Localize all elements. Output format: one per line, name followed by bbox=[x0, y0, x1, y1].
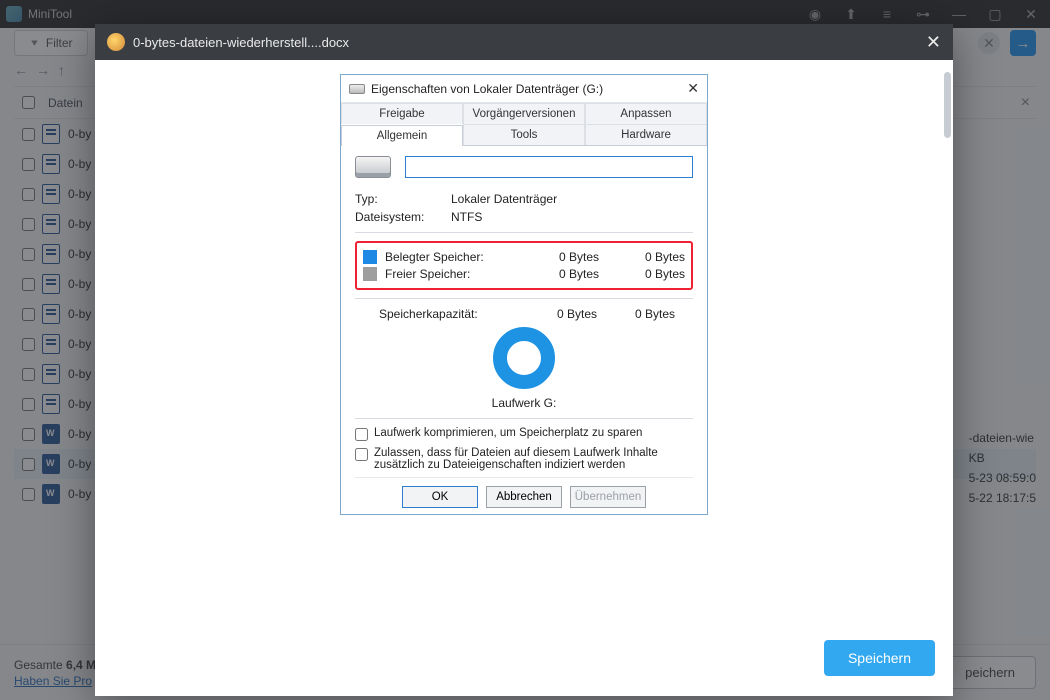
drive-label-input[interactable] bbox=[405, 156, 693, 178]
drive-icon bbox=[349, 84, 365, 94]
highlighted-storage-box: Belegter Speicher: 0 Bytes 0 Bytes Freie… bbox=[355, 241, 693, 290]
index-option[interactable]: Zulassen, dass für Dateien auf diesem La… bbox=[355, 447, 693, 471]
usage-donut-icon bbox=[493, 327, 555, 389]
preview-modal: 0-bytes-dateien-wiederherstell....docx ✕… bbox=[95, 24, 953, 696]
apply-button[interactable]: Übernehmen bbox=[570, 486, 646, 508]
drive-properties-dialog: Eigenschaften von Lokaler Datenträger (G… bbox=[340, 74, 708, 515]
modal-title-text: 0-bytes-dateien-wiederherstell....docx bbox=[133, 35, 349, 50]
drive-g-label: Laufwerk G: bbox=[355, 396, 693, 410]
type-key: Typ: bbox=[355, 192, 451, 206]
compress-checkbox[interactable] bbox=[355, 428, 368, 441]
tab-allgemein[interactable]: Allgemein bbox=[341, 125, 463, 146]
modal-save-button[interactable]: Speichern bbox=[824, 640, 935, 676]
tab-freigabe[interactable]: Freigabe bbox=[341, 103, 463, 124]
used-bytes-2: 0 Bytes bbox=[607, 250, 685, 264]
properties-titlebar: Eigenschaften von Lokaler Datenträger (G… bbox=[341, 75, 707, 103]
modal-file-icon bbox=[107, 33, 125, 51]
free-label: Freier Speicher: bbox=[385, 267, 513, 281]
modal-titlebar: 0-bytes-dateien-wiederherstell....docx ✕ bbox=[95, 24, 953, 60]
properties-close-icon[interactable]: ✕ bbox=[687, 80, 699, 97]
properties-title: Eigenschaften von Lokaler Datenträger (G… bbox=[371, 82, 603, 96]
tab-anpassen[interactable]: Anpassen bbox=[585, 103, 707, 124]
modal-close-icon[interactable]: ✕ bbox=[926, 32, 941, 53]
ok-button[interactable]: OK bbox=[402, 486, 478, 508]
tab-vorgaenger[interactable]: Vorgängerversionen bbox=[463, 103, 585, 124]
index-text: Zulassen, dass für Dateien auf diesem La… bbox=[374, 447, 693, 471]
free-bytes: 0 Bytes bbox=[521, 267, 599, 281]
drive-big-icon bbox=[355, 156, 391, 178]
modal-scrollbar[interactable] bbox=[944, 72, 951, 138]
index-checkbox[interactable] bbox=[355, 448, 368, 461]
compress-option[interactable]: Laufwerk komprimieren, um Speicherplatz … bbox=[355, 427, 693, 441]
free-bytes-2: 0 Bytes bbox=[607, 267, 685, 281]
tab-hardware[interactable]: Hardware bbox=[585, 124, 707, 145]
used-label: Belegter Speicher: bbox=[385, 250, 513, 264]
fs-value: NTFS bbox=[451, 210, 482, 224]
capacity-label: Speicherkapazität: bbox=[379, 307, 519, 321]
compress-text: Laufwerk komprimieren, um Speicherplatz … bbox=[374, 427, 642, 439]
modal-footer: Speichern bbox=[95, 626, 953, 696]
cancel-button[interactable]: Abbrechen bbox=[486, 486, 562, 508]
used-bytes: 0 Bytes bbox=[521, 250, 599, 264]
fs-key: Dateisystem: bbox=[355, 210, 451, 224]
type-value: Lokaler Datenträger bbox=[451, 192, 557, 206]
used-swatch-icon bbox=[363, 250, 377, 264]
modal-body: Eigenschaften von Lokaler Datenträger (G… bbox=[95, 60, 953, 626]
tab-tools[interactable]: Tools bbox=[463, 124, 585, 145]
capacity-bytes: 0 Bytes bbox=[519, 307, 597, 321]
free-swatch-icon bbox=[363, 267, 377, 281]
capacity-bytes-2: 0 Bytes bbox=[597, 307, 675, 321]
